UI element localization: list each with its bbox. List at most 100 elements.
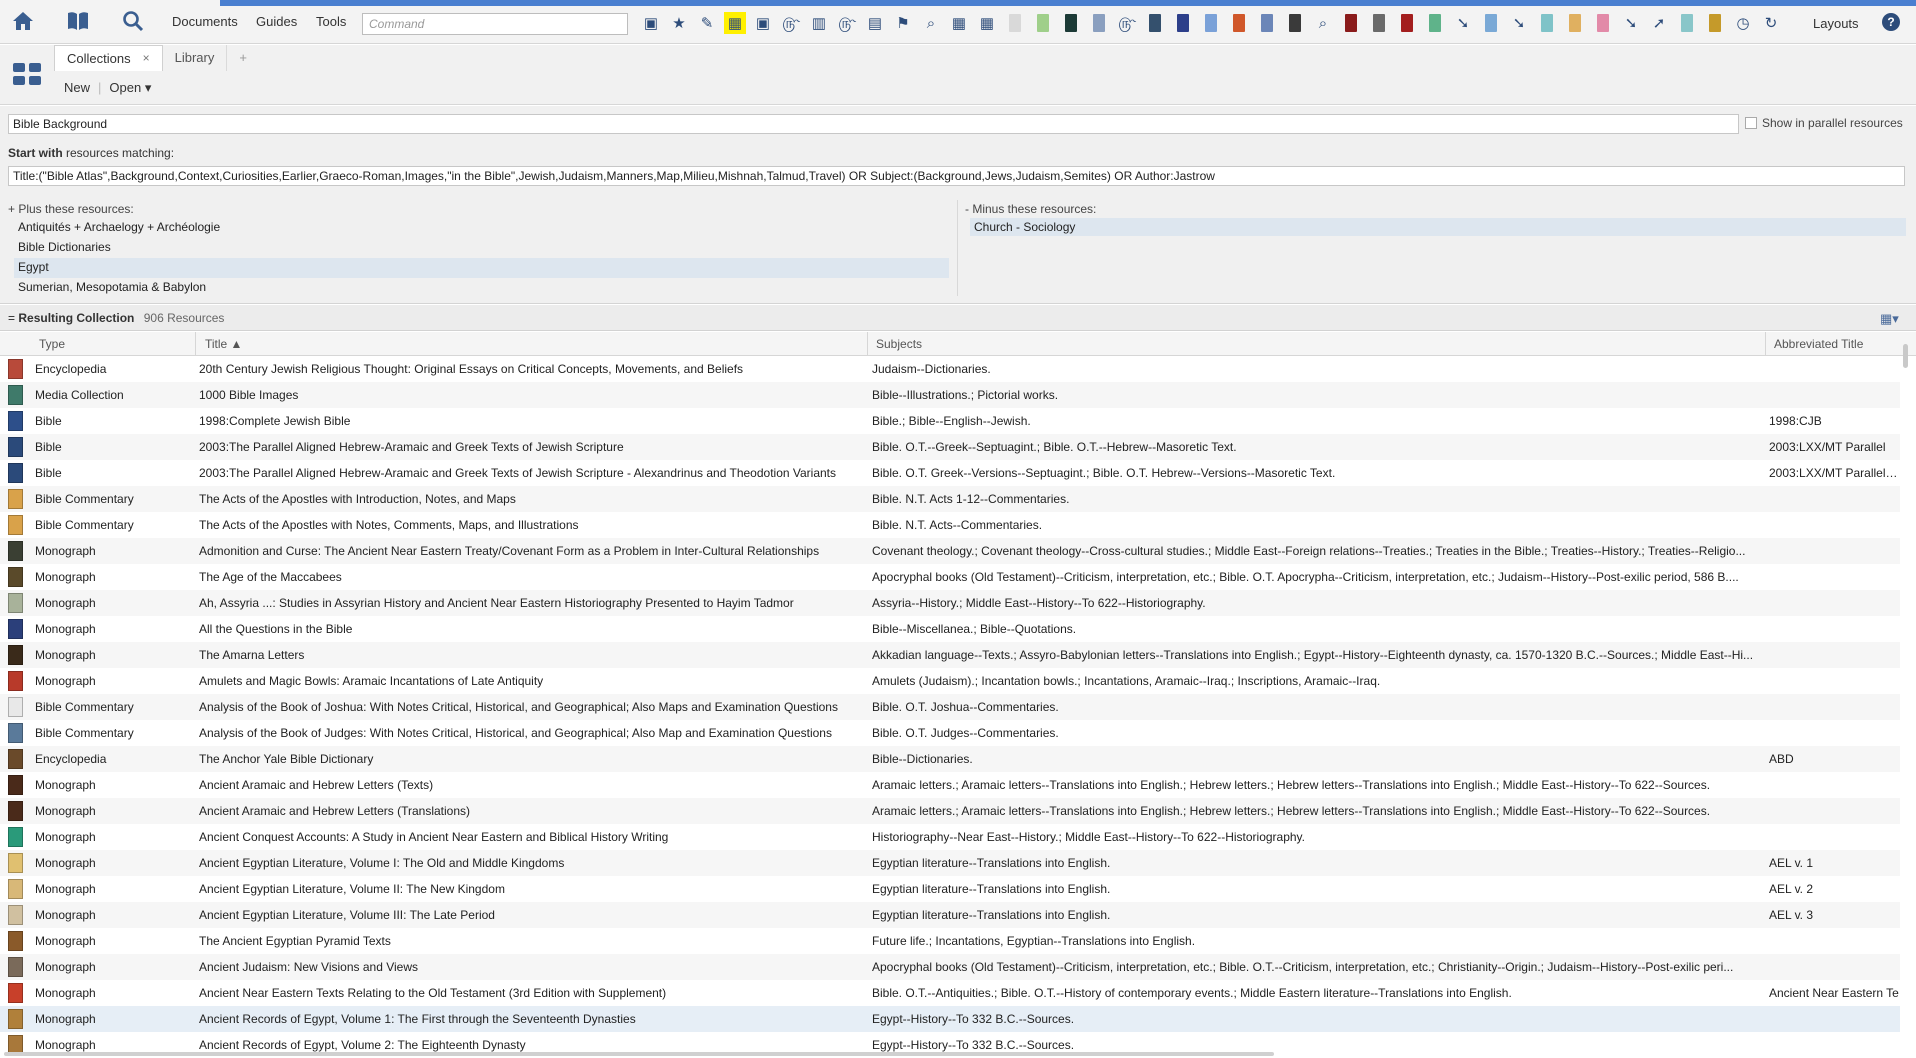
collection-name-field[interactable]: Bible Background bbox=[8, 114, 1739, 134]
table-row[interactable]: Bible Commentary The Acts of the Apostles… bbox=[0, 512, 1900, 538]
notes-icon[interactable]: ▤ bbox=[864, 12, 886, 34]
tab-library[interactable]: Library bbox=[163, 45, 228, 71]
table-row[interactable]: Monograph Ancient Conquest Accounts: A St… bbox=[0, 824, 1900, 850]
plus-resource-item[interactable]: Bible Dictionaries bbox=[14, 238, 949, 258]
resource-icon[interactable] bbox=[1676, 12, 1698, 34]
menu-tools[interactable]: Tools bbox=[316, 14, 346, 29]
console-icon[interactable]: ▣ bbox=[752, 12, 774, 34]
table-row[interactable]: Monograph All the Questions in the Bible B… bbox=[0, 616, 1900, 642]
resource-icon[interactable] bbox=[1368, 12, 1390, 34]
table-row[interactable]: Monograph Ancient Judaism: New Visions an… bbox=[0, 954, 1900, 980]
table-row[interactable]: Monograph Ancient Near Eastern Texts Rela… bbox=[0, 980, 1900, 1006]
resource-icon[interactable] bbox=[1424, 12, 1446, 34]
resource-icon[interactable] bbox=[1592, 12, 1614, 34]
resource-icon[interactable] bbox=[1480, 12, 1502, 34]
result-title[interactable]: = Resulting Collection 906 Resources bbox=[8, 311, 224, 325]
search-tool-icon[interactable]: ⌕ bbox=[920, 12, 942, 34]
collapse-icon[interactable]: = bbox=[8, 311, 15, 325]
search-icon[interactable] bbox=[118, 6, 148, 36]
add-tab-button[interactable]: + bbox=[227, 45, 259, 71]
table-row[interactable]: Bible Commentary The Acts of the Apostles… bbox=[0, 486, 1900, 512]
scrollbar-thumb[interactable] bbox=[1903, 344, 1908, 368]
table-row[interactable]: Bible Commentary Analysis of the Book of … bbox=[0, 694, 1900, 720]
table-row[interactable]: Monograph Admonition and Curse: The Ancie… bbox=[0, 538, 1900, 564]
close-icon[interactable]: × bbox=[143, 51, 150, 66]
plus-resource-item[interactable]: Egypt bbox=[14, 258, 949, 278]
library-icon[interactable] bbox=[63, 6, 93, 36]
table-row[interactable]: Monograph The Amarna Letters Akkadian lang… bbox=[0, 642, 1900, 668]
prompt-icon[interactable]: ▣ bbox=[640, 12, 662, 34]
resource-icon[interactable] bbox=[1060, 12, 1082, 34]
bookmark-icon[interactable]: ⚑ bbox=[892, 12, 914, 34]
resource-icon[interactable] bbox=[1284, 12, 1306, 34]
resource-icon[interactable] bbox=[1228, 12, 1250, 34]
parallel-checkbox[interactable] bbox=[1745, 117, 1757, 129]
resource-icon[interactable] bbox=[1144, 12, 1166, 34]
workflow-icon[interactable]: ▦ bbox=[976, 12, 998, 34]
layouts-menu[interactable]: Layouts bbox=[1813, 16, 1859, 31]
new-button[interactable]: New bbox=[64, 80, 90, 96]
exegetical-guide-icon[interactable]: ▥ bbox=[808, 12, 830, 34]
resource-icon[interactable] bbox=[1088, 12, 1110, 34]
collections-tool-icon[interactable]: ▦ bbox=[724, 12, 746, 34]
help-icon[interactable]: ? bbox=[1882, 13, 1900, 31]
arrow-icon[interactable]: ➘ bbox=[1620, 12, 1642, 34]
column-divider[interactable] bbox=[867, 332, 868, 356]
resource-icon[interactable] bbox=[1704, 12, 1726, 34]
favorites-icon[interactable]: ★ bbox=[668, 12, 690, 34]
table-row[interactable]: Monograph Ancient Egyptian Literature, Vo… bbox=[0, 902, 1900, 928]
table-row[interactable]: Media Collection 1000 Bible Images Bible--… bbox=[0, 382, 1900, 408]
column-abbreviated-title[interactable]: Abbreviated Title bbox=[1774, 337, 1863, 351]
search-icon[interactable]: ⌕ bbox=[1312, 12, 1334, 34]
plus-resource-item[interactable]: Antiquités + Archaelogy + Archéologie bbox=[14, 218, 949, 238]
open-button[interactable]: Open ▾ bbox=[109, 80, 151, 96]
table-row[interactable]: Monograph Amulets and Magic Bowls: Aramai… bbox=[0, 668, 1900, 694]
table-row[interactable]: Bible 2003:The Parallel Aligned Hebrew-Ar… bbox=[0, 434, 1900, 460]
resource-icon[interactable] bbox=[1536, 12, 1558, 34]
table-row[interactable]: Encyclopedia 20th Century Jewish Religiou… bbox=[0, 356, 1900, 382]
column-subjects[interactable]: Subjects bbox=[876, 337, 922, 351]
arrow-icon[interactable]: ➚ bbox=[1648, 12, 1670, 34]
table-row[interactable]: Monograph The Ancient Egyptian Pyramid Te… bbox=[0, 928, 1900, 954]
table-row[interactable]: Encyclopedia The Anchor Yale Bible Dictio… bbox=[0, 746, 1900, 772]
topic-guide-icon[interactable]: ௹ bbox=[836, 12, 858, 34]
resource-icon[interactable] bbox=[1564, 12, 1586, 34]
vertical-scrollbar[interactable] bbox=[1902, 340, 1910, 1050]
column-divider[interactable] bbox=[1765, 332, 1766, 356]
table-row[interactable]: Monograph Ancient Aramaic and Hebrew Lett… bbox=[0, 798, 1900, 824]
rule-query-field[interactable]: Title:("Bible Atlas",Background,Context,… bbox=[8, 166, 1905, 186]
home-icon[interactable] bbox=[8, 6, 38, 36]
table-row[interactable]: Monograph Ancient Egyptian Literature, Vo… bbox=[0, 876, 1900, 902]
column-type[interactable]: Type bbox=[39, 337, 65, 351]
arrow-icon[interactable]: ➘ bbox=[1452, 12, 1474, 34]
guide-icon[interactable]: ௹ bbox=[1116, 12, 1138, 34]
table-row[interactable]: Monograph The Age of the Maccabees Apocryp… bbox=[0, 564, 1900, 590]
table-row[interactable]: Monograph Ancient Records of Egypt, Volum… bbox=[0, 1006, 1900, 1032]
collections-panel-icon[interactable] bbox=[8, 55, 48, 95]
table-row[interactable]: Bible 1998:Complete Jewish Bible Bible.; B… bbox=[0, 408, 1900, 434]
layout-tool-icon[interactable]: ▦ bbox=[948, 12, 970, 34]
resource-icon[interactable] bbox=[1004, 12, 1026, 34]
minus-resource-item[interactable]: Church - Sociology bbox=[970, 218, 1906, 236]
column-divider[interactable] bbox=[195, 332, 196, 356]
resource-icon[interactable] bbox=[1200, 12, 1222, 34]
table-row[interactable]: Monograph Ancient Aramaic and Hebrew Lett… bbox=[0, 772, 1900, 798]
menu-documents[interactable]: Documents bbox=[172, 14, 238, 29]
table-row[interactable]: Monograph Ah, Assyria ...: Studies in Ass… bbox=[0, 590, 1900, 616]
table-row[interactable]: Bible Commentary Analysis of the Book of … bbox=[0, 720, 1900, 746]
resource-icon[interactable] bbox=[1172, 12, 1194, 34]
table-row[interactable]: Bible 2003:The Parallel Aligned Hebrew-Ar… bbox=[0, 460, 1900, 486]
sync-icon[interactable]: ↻ bbox=[1760, 12, 1782, 34]
horizontal-scrollbar[interactable] bbox=[4, 1052, 1274, 1056]
menu-guides[interactable]: Guides bbox=[256, 14, 297, 29]
resource-icon[interactable] bbox=[1396, 12, 1418, 34]
resource-icon[interactable] bbox=[1256, 12, 1278, 34]
tab-collections[interactable]: Collections × bbox=[54, 45, 163, 71]
command-box[interactable]: Command bbox=[362, 13, 628, 35]
table-row[interactable]: Monograph Ancient Egyptian Literature, Vo… bbox=[0, 850, 1900, 876]
media-icon[interactable]: ◷ bbox=[1732, 12, 1754, 34]
parallel-resources-option[interactable]: Show in parallel resources bbox=[1745, 116, 1903, 130]
resource-icon[interactable] bbox=[1032, 12, 1054, 34]
view-options-icon[interactable]: ▦▾ bbox=[1880, 311, 1899, 327]
plus-resource-item[interactable]: Sumerian, Mesopotamia & Babylon bbox=[14, 278, 949, 298]
